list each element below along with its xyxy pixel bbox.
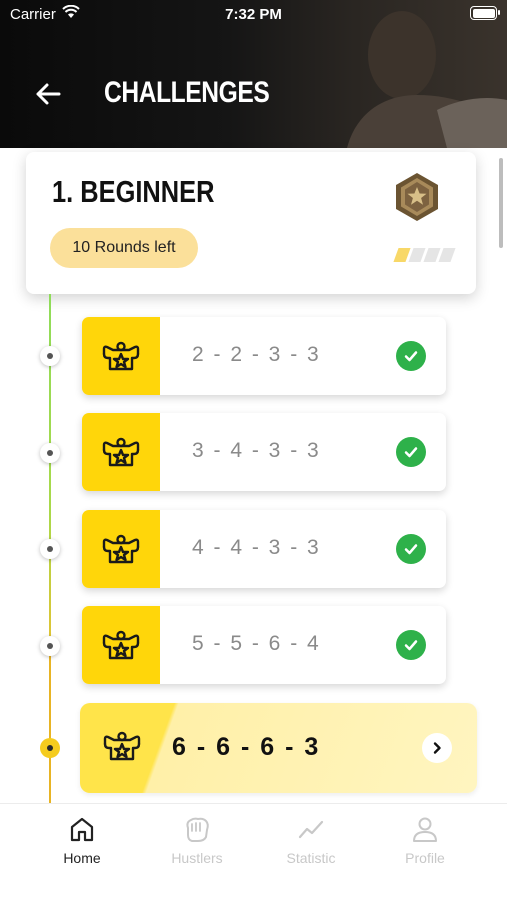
round-reps: 5 - 5 - 6 - 4 — [192, 632, 321, 655]
home-icon — [70, 817, 94, 842]
tab-home[interactable]: Home — [32, 814, 132, 866]
round-card[interactable]: 3 - 4 - 3 - 3 — [82, 413, 446, 491]
timeline-dot — [40, 443, 60, 463]
flex-workout-icon — [102, 341, 140, 371]
round-card[interactable]: 2 - 2 - 3 - 3 — [82, 317, 446, 395]
current-round-reps: 6 - 6 - 6 - 3 — [172, 733, 321, 761]
check-icon — [396, 630, 426, 660]
profile-icon — [413, 817, 437, 842]
round-card[interactable]: 4 - 4 - 3 - 3 — [82, 510, 446, 588]
header: Carrier 7:32 PM CHALLENGES — [0, 0, 507, 148]
tab-label: Statistic — [286, 850, 336, 866]
tab-label: Hustlers — [171, 850, 223, 866]
workout-icon-box — [82, 606, 160, 684]
progress-segment — [438, 248, 456, 262]
status-bar: Carrier 7:32 PM — [0, 0, 507, 30]
workout-icon-box — [82, 413, 160, 491]
workout-icon-box — [82, 317, 160, 395]
current-round-card[interactable]: 6 - 6 - 6 - 3 — [80, 703, 477, 793]
timeline-dot — [40, 346, 60, 366]
flex-workout-icon — [102, 437, 140, 467]
check-icon — [396, 341, 426, 371]
tab-profile[interactable]: Profile — [375, 814, 475, 866]
tab-hustlers[interactable]: Hustlers — [147, 814, 247, 866]
timeline-dot — [40, 636, 60, 656]
tab-label: Home — [63, 850, 101, 866]
glove-icon — [186, 817, 209, 842]
flex-workout-icon — [103, 731, 141, 761]
timeline-dot — [40, 539, 60, 559]
workout-icon-box — [82, 510, 160, 588]
round-reps: 2 - 2 - 3 - 3 — [192, 343, 321, 366]
clock: 7:32 PM — [225, 6, 282, 23]
battery-icon — [470, 6, 500, 20]
back-arrow-icon[interactable] — [34, 80, 62, 108]
level-card[interactable]: 1. BEGINNER 10 Rounds left — [26, 152, 476, 294]
stats-icon — [298, 820, 324, 839]
scrollbar[interactable] — [499, 158, 503, 248]
level-progress — [393, 248, 456, 262]
timeline-line-upcoming — [49, 654, 51, 804]
chevron-right-icon[interactable] — [422, 733, 452, 763]
tab-statistic[interactable]: Statistic — [261, 814, 361, 866]
bronze-star-medal-icon — [396, 173, 438, 221]
round-card[interactable]: 5 - 5 - 6 - 4 — [82, 606, 446, 684]
round-reps: 3 - 4 - 3 - 3 — [192, 439, 321, 462]
round-reps: 4 - 4 - 3 - 3 — [192, 536, 321, 559]
rounds-left-badge: 10 Rounds left — [50, 228, 198, 268]
tab-bar: Home Hustlers Statistic Profile — [0, 803, 507, 900]
level-title: 1. BEGINNER — [52, 174, 215, 209]
page-title: CHALLENGES — [104, 76, 270, 109]
timeline-dot-current — [40, 738, 60, 758]
check-icon — [396, 437, 426, 467]
tab-label: Profile — [405, 850, 445, 866]
flex-workout-icon — [102, 534, 140, 564]
flex-workout-icon — [102, 630, 140, 660]
check-icon — [396, 534, 426, 564]
